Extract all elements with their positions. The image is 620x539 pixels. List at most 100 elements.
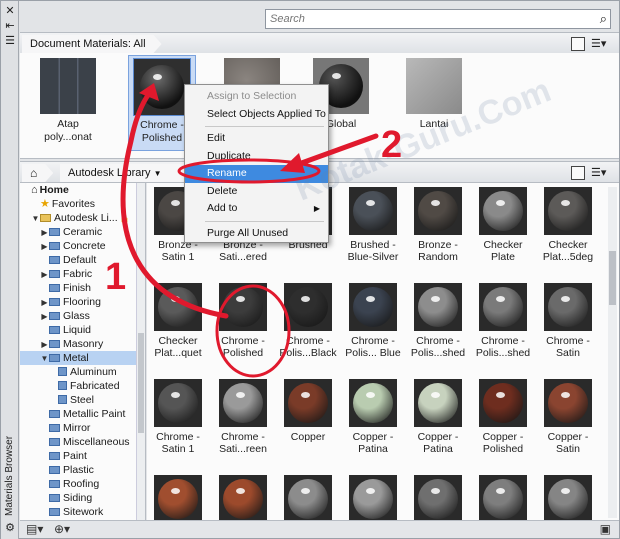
home-crumb-icon[interactable]: ⌂ [22, 164, 53, 182]
library-material[interactable]: Bronze - Random [409, 187, 467, 263]
tree-item[interactable]: ▶ Glass [20, 309, 145, 323]
menu-item[interactable]: Purge All Unused [185, 225, 328, 243]
document-breadcrumb[interactable]: Document Materials: All [22, 35, 162, 53]
library-material[interactable]: Copper - Polished [474, 379, 532, 455]
library-material[interactable]: Copper - Patina [344, 379, 402, 455]
library-material[interactable]: Chrome - Polis...shed [474, 283, 532, 359]
tree-item[interactable]: Liquid [20, 323, 145, 337]
material-thumbnail [284, 379, 332, 427]
tree-item[interactable]: Steel [20, 393, 145, 407]
palette-rail: ✕ ⇤ ☰ Materials Browser ⚙ [1, 1, 19, 539]
sphere-preview [418, 479, 458, 519]
expand-arrow-icon[interactable]: ▶ [40, 226, 49, 240]
tree-item[interactable]: Siding [20, 491, 145, 505]
tree-item[interactable]: Sitework [20, 505, 145, 519]
library-material[interactable]: Chrome - Polished [214, 283, 272, 359]
library-material[interactable] [214, 475, 272, 520]
view-options-icon[interactable]: ☰▾ [591, 37, 613, 51]
expand-arrow-icon[interactable]: ▶ [40, 338, 49, 352]
tree-item[interactable]: Roofing [20, 477, 145, 491]
collapse-arrow-icon[interactable]: ▼ [31, 212, 40, 226]
library-material[interactable]: Checker Plat...quet [149, 283, 207, 359]
search-input[interactable] [266, 10, 586, 28]
library-material[interactable]: Chrome - Polis...Black [279, 283, 337, 359]
library-material[interactable] [344, 475, 402, 520]
library-material[interactable] [474, 475, 532, 520]
tree-item-label: Sitework [63, 506, 104, 518]
chevron-down-icon[interactable]: ▼ [154, 169, 162, 178]
menu-item[interactable]: Select Objects Applied To [185, 106, 328, 124]
tree-item[interactable]: Default [20, 253, 145, 267]
document-material[interactable]: Atap poly...onat [34, 58, 102, 144]
library-material[interactable] [539, 475, 597, 520]
material-label: Atap poly...onat [44, 118, 92, 143]
tree-item[interactable]: ★ Favorites [20, 197, 145, 211]
tree-item[interactable]: ▼ Metal [20, 351, 145, 365]
library-material[interactable]: Copper - Patina [409, 379, 467, 455]
material-label: Chrome - Satin [546, 335, 590, 359]
material-thumbnail [154, 475, 202, 520]
collapse-arrow-icon[interactable]: ▼ [40, 352, 49, 366]
create-material-icon[interactable]: ⊕▾ [54, 522, 70, 536]
toggle-view-icon[interactable] [571, 37, 585, 51]
expand-arrow-icon[interactable]: ▶ [40, 310, 49, 324]
grid-scrollbar[interactable] [608, 187, 617, 518]
tree-item[interactable]: Aluminum [20, 365, 145, 379]
properties-icon[interactable]: ☰ [3, 34, 17, 48]
library-material[interactable]: Brushed - Blue-Silver [344, 187, 402, 263]
library-material[interactable] [149, 475, 207, 520]
view-options-icon[interactable]: ☰▾ [591, 166, 613, 180]
expand-arrow-icon[interactable]: ▶ [40, 268, 49, 282]
library-material[interactable]: Chrome - Satin 1 [149, 379, 207, 455]
tree-item[interactable]: ▶ Flooring [20, 295, 145, 309]
document-material[interactable]: Lantai [400, 58, 468, 131]
library-material[interactable]: Copper - Satin [539, 379, 597, 455]
menu-item[interactable]: Rename [185, 165, 328, 183]
library-material[interactable]: Copper [279, 379, 337, 443]
tree-item[interactable]: ⌂ Home [20, 183, 145, 197]
tree-item[interactable]: ▶ Fabric [20, 267, 145, 281]
library-crumb[interactable]: Autodesk Library ▼ [60, 164, 192, 182]
library-material[interactable] [279, 475, 337, 520]
tree-item[interactable]: Miscellaneous [20, 435, 145, 449]
tree-item[interactable]: Mirror [20, 421, 145, 435]
tree-item[interactable]: ▶ Concrete [20, 239, 145, 253]
tree-item[interactable]: ▼ Autodesk Li... 🔒 [20, 211, 145, 225]
expand-arrow-icon[interactable]: ▶ [40, 240, 49, 254]
material-label: Checker Plat...5deg [542, 239, 594, 263]
tree-scroll-thumb[interactable] [138, 333, 144, 433]
menu-item[interactable]: Edit [185, 130, 328, 148]
search-box[interactable]: ⌕ [265, 9, 611, 29]
library-material[interactable] [409, 475, 467, 520]
menu-item[interactable]: Add to ▶ [185, 200, 328, 218]
library-material[interactable]: Chrome - Satin [539, 283, 597, 359]
settings-icon[interactable]: ⚙ [3, 521, 17, 535]
search-icon[interactable]: ⌕ [600, 11, 607, 27]
tree-item[interactable]: Plastic [20, 463, 145, 477]
tree-item[interactable]: Paint [20, 449, 145, 463]
tree-item[interactable]: Finish [20, 281, 145, 295]
tree-item[interactable]: Fabricated [20, 379, 145, 393]
library-material[interactable]: Chrome - Polis...shed [409, 283, 467, 359]
folder-icon [49, 340, 60, 348]
tree-item[interactable]: ▶ Ceramic [20, 225, 145, 239]
library-material[interactable]: Chrome - Sati...reen [214, 379, 272, 455]
tree-item[interactable]: Metallic Paint [20, 407, 145, 421]
material-thumbnail [544, 283, 592, 331]
document-breadcrumb-bar: Document Materials: All ☰▾ [20, 32, 619, 54]
toggle-view-icon[interactable] [571, 166, 585, 180]
tree-item[interactable]: ▶ Masonry [20, 337, 145, 351]
close-icon[interactable]: ✕ [3, 4, 17, 18]
library-material[interactable]: Chrome - Polis... Blue [344, 283, 402, 359]
auto-hide-icon[interactable]: ⇤ [3, 19, 17, 33]
library-material[interactable]: Checker Plat...5deg [539, 187, 597, 263]
expand-arrow-icon[interactable]: ▶ [40, 296, 49, 310]
material-editor-icon[interactable]: ▣ [600, 522, 611, 536]
grid-scroll-thumb[interactable] [609, 251, 616, 305]
tree-scrollbar[interactable] [136, 183, 145, 520]
folder-icon [49, 270, 60, 278]
menu-item[interactable]: Duplicate [185, 148, 328, 166]
menu-item[interactable]: Delete [185, 183, 328, 201]
library-material[interactable]: Checker Plate [474, 187, 532, 263]
folder-menu-icon[interactable]: ▤▾ [26, 522, 43, 536]
